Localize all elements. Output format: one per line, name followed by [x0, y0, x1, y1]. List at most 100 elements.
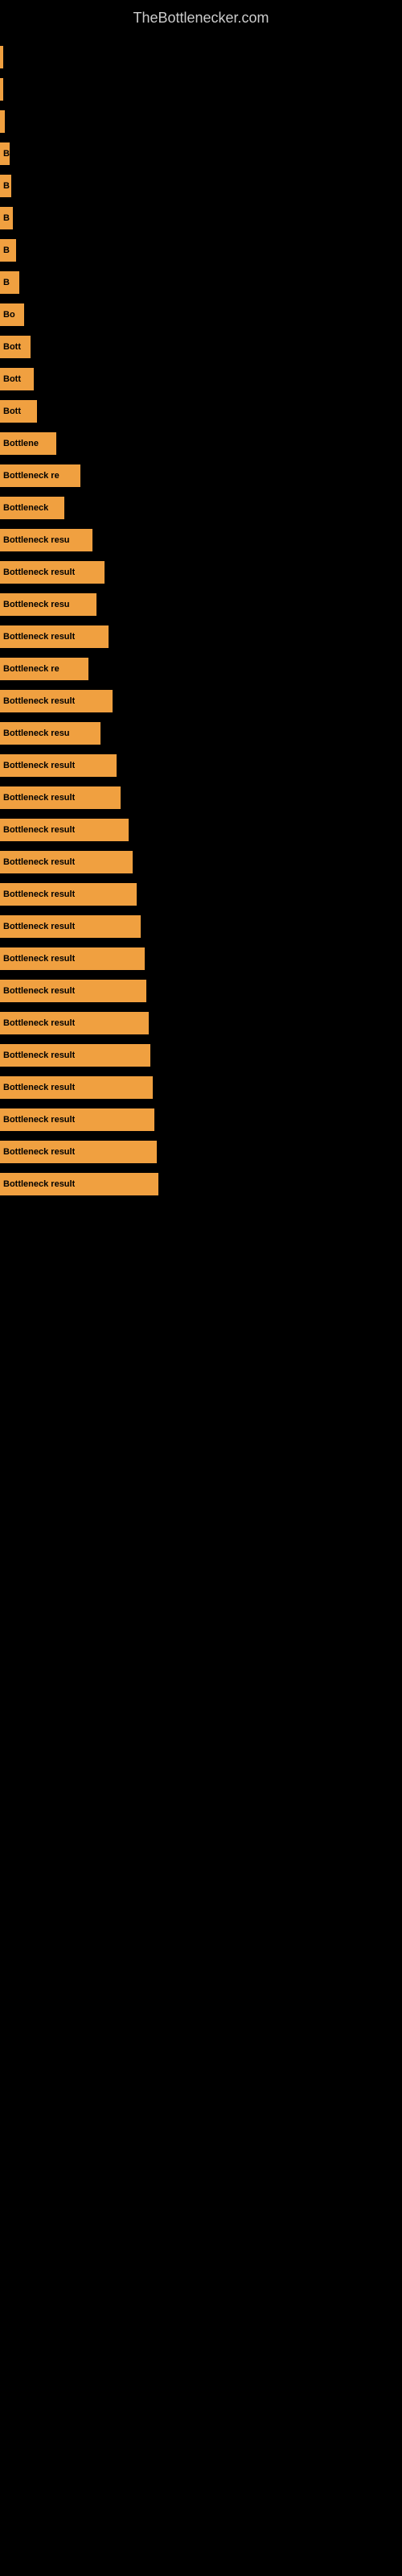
- bar-label: B: [3, 181, 10, 191]
- bar-row: Bottleneck result: [0, 1071, 402, 1104]
- bar: Bottleneck re: [0, 658, 88, 680]
- bar-label: Bottleneck result: [3, 696, 75, 706]
- bar-row: Bott: [0, 363, 402, 395]
- bar-label: Bottleneck result: [3, 857, 75, 867]
- bar: Bottleneck re: [0, 464, 80, 487]
- bar-row: Bottleneck result: [0, 621, 402, 653]
- bar-label: Bo: [3, 310, 15, 320]
- bars-container: B B B B B Bo Bott Bott Bott Bottlene Bottleneck re…: [0, 33, 402, 1200]
- bar: [0, 110, 5, 133]
- bar-label: Bottlene: [3, 439, 39, 448]
- bar-label: Bottleneck: [3, 503, 48, 513]
- bar: Bottleneck result: [0, 1108, 154, 1131]
- bar-row: Bottleneck result: [0, 975, 402, 1007]
- bar-label: Bottleneck re: [3, 664, 59, 674]
- bar-row: Bott: [0, 395, 402, 427]
- bar: B: [0, 239, 16, 262]
- bar: Bottleneck result: [0, 915, 141, 938]
- bar: Bottleneck result: [0, 625, 109, 648]
- bar: Bottlene: [0, 432, 56, 455]
- bar: Bottleneck result: [0, 1141, 157, 1163]
- bar-label: B: [3, 213, 10, 223]
- bar-row: Bottleneck resu: [0, 717, 402, 749]
- page-container: TheBottlenecker.com BBBBBBoBottBottBottB…: [0, 0, 402, 2576]
- bar-label: Bottleneck result: [3, 1018, 75, 1028]
- bar-row: [0, 41, 402, 73]
- bar-label: B: [3, 278, 10, 287]
- bar-label: Bottleneck result: [3, 1083, 75, 1092]
- bar: [0, 78, 3, 101]
- bar: Bottleneck result: [0, 754, 117, 777]
- bar-label: B: [3, 246, 10, 255]
- bar: [0, 46, 3, 68]
- bar-row: Bottleneck result: [0, 878, 402, 910]
- bar-row: Bottleneck result: [0, 1039, 402, 1071]
- bar-label: Bottleneck result: [3, 568, 75, 577]
- bar-row: Bottleneck result: [0, 556, 402, 588]
- bar: B: [0, 271, 19, 294]
- bar-label: Bottleneck result: [3, 1115, 75, 1125]
- bar-row: Bottleneck result: [0, 846, 402, 878]
- bar-label: Bottleneck result: [3, 922, 75, 931]
- bar-label: Bottleneck result: [3, 793, 75, 803]
- bar-label: Bottleneck resu: [3, 535, 70, 545]
- bar-label: Bottleneck result: [3, 1179, 75, 1189]
- bar-label: Bottleneck result: [3, 986, 75, 996]
- bar-row: Bottleneck: [0, 492, 402, 524]
- bar: Bottleneck resu: [0, 529, 92, 551]
- bar: Bottleneck result: [0, 1044, 150, 1067]
- bar: Bottleneck result: [0, 947, 145, 970]
- bar: B: [0, 142, 10, 165]
- site-title: TheBottlenecker.com: [0, 0, 402, 33]
- bar-label: Bott: [3, 374, 21, 384]
- bar-label: Bottleneck result: [3, 825, 75, 835]
- bar: Bottleneck result: [0, 786, 121, 809]
- bar: Bottleneck result: [0, 1076, 153, 1099]
- bar-row: Bottleneck result: [0, 814, 402, 846]
- bar-row: B: [0, 266, 402, 299]
- bar: Bott: [0, 368, 34, 390]
- bar-label: Bottleneck resu: [3, 729, 70, 738]
- bar-row: [0, 73, 402, 105]
- bar-label: Bottleneck result: [3, 890, 75, 899]
- bar: Bottleneck result: [0, 1173, 158, 1195]
- bar-label: B: [3, 149, 10, 159]
- bar-label: Bottleneck result: [3, 1051, 75, 1060]
- bar: Bottleneck result: [0, 1012, 149, 1034]
- bar-row: Bottleneck result: [0, 910, 402, 943]
- bar: Bottleneck resu: [0, 722, 100, 745]
- bar-row: Bottleneck result: [0, 685, 402, 717]
- bar-label: Bottleneck result: [3, 1147, 75, 1157]
- bar-label: Bott: [3, 407, 21, 416]
- bar: Bottleneck resu: [0, 593, 96, 616]
- bar-row: B: [0, 138, 402, 170]
- bar-row: B: [0, 202, 402, 234]
- bar: Bott: [0, 336, 31, 358]
- bar-label: Bottleneck re: [3, 471, 59, 481]
- bar-label: Bottleneck resu: [3, 600, 70, 609]
- bar: Bott: [0, 400, 37, 423]
- bar: Bo: [0, 303, 24, 326]
- bar: B: [0, 175, 11, 197]
- bar: Bottleneck: [0, 497, 64, 519]
- bar-row: Bottleneck resu: [0, 524, 402, 556]
- bar-row: Bottleneck result: [0, 782, 402, 814]
- bar-row: B: [0, 234, 402, 266]
- bar: Bottleneck result: [0, 980, 146, 1002]
- bar-row: [0, 105, 402, 138]
- bar-row: Bottleneck resu: [0, 588, 402, 621]
- bar: B: [0, 207, 13, 229]
- bar-row: Bottleneck result: [0, 749, 402, 782]
- bar: Bottleneck result: [0, 819, 129, 841]
- bar: Bottleneck result: [0, 851, 133, 873]
- bar-label: Bottleneck result: [3, 954, 75, 964]
- bar-row: B: [0, 170, 402, 202]
- bar: Bottleneck result: [0, 690, 113, 712]
- bar-label: Bott: [3, 342, 21, 352]
- bar-row: Bottleneck result: [0, 1136, 402, 1168]
- bar-label: Bottleneck result: [3, 632, 75, 642]
- bar-row: Bottlene: [0, 427, 402, 460]
- bar: Bottleneck result: [0, 883, 137, 906]
- bar-row: Bottleneck re: [0, 653, 402, 685]
- bar-row: Bottleneck result: [0, 1007, 402, 1039]
